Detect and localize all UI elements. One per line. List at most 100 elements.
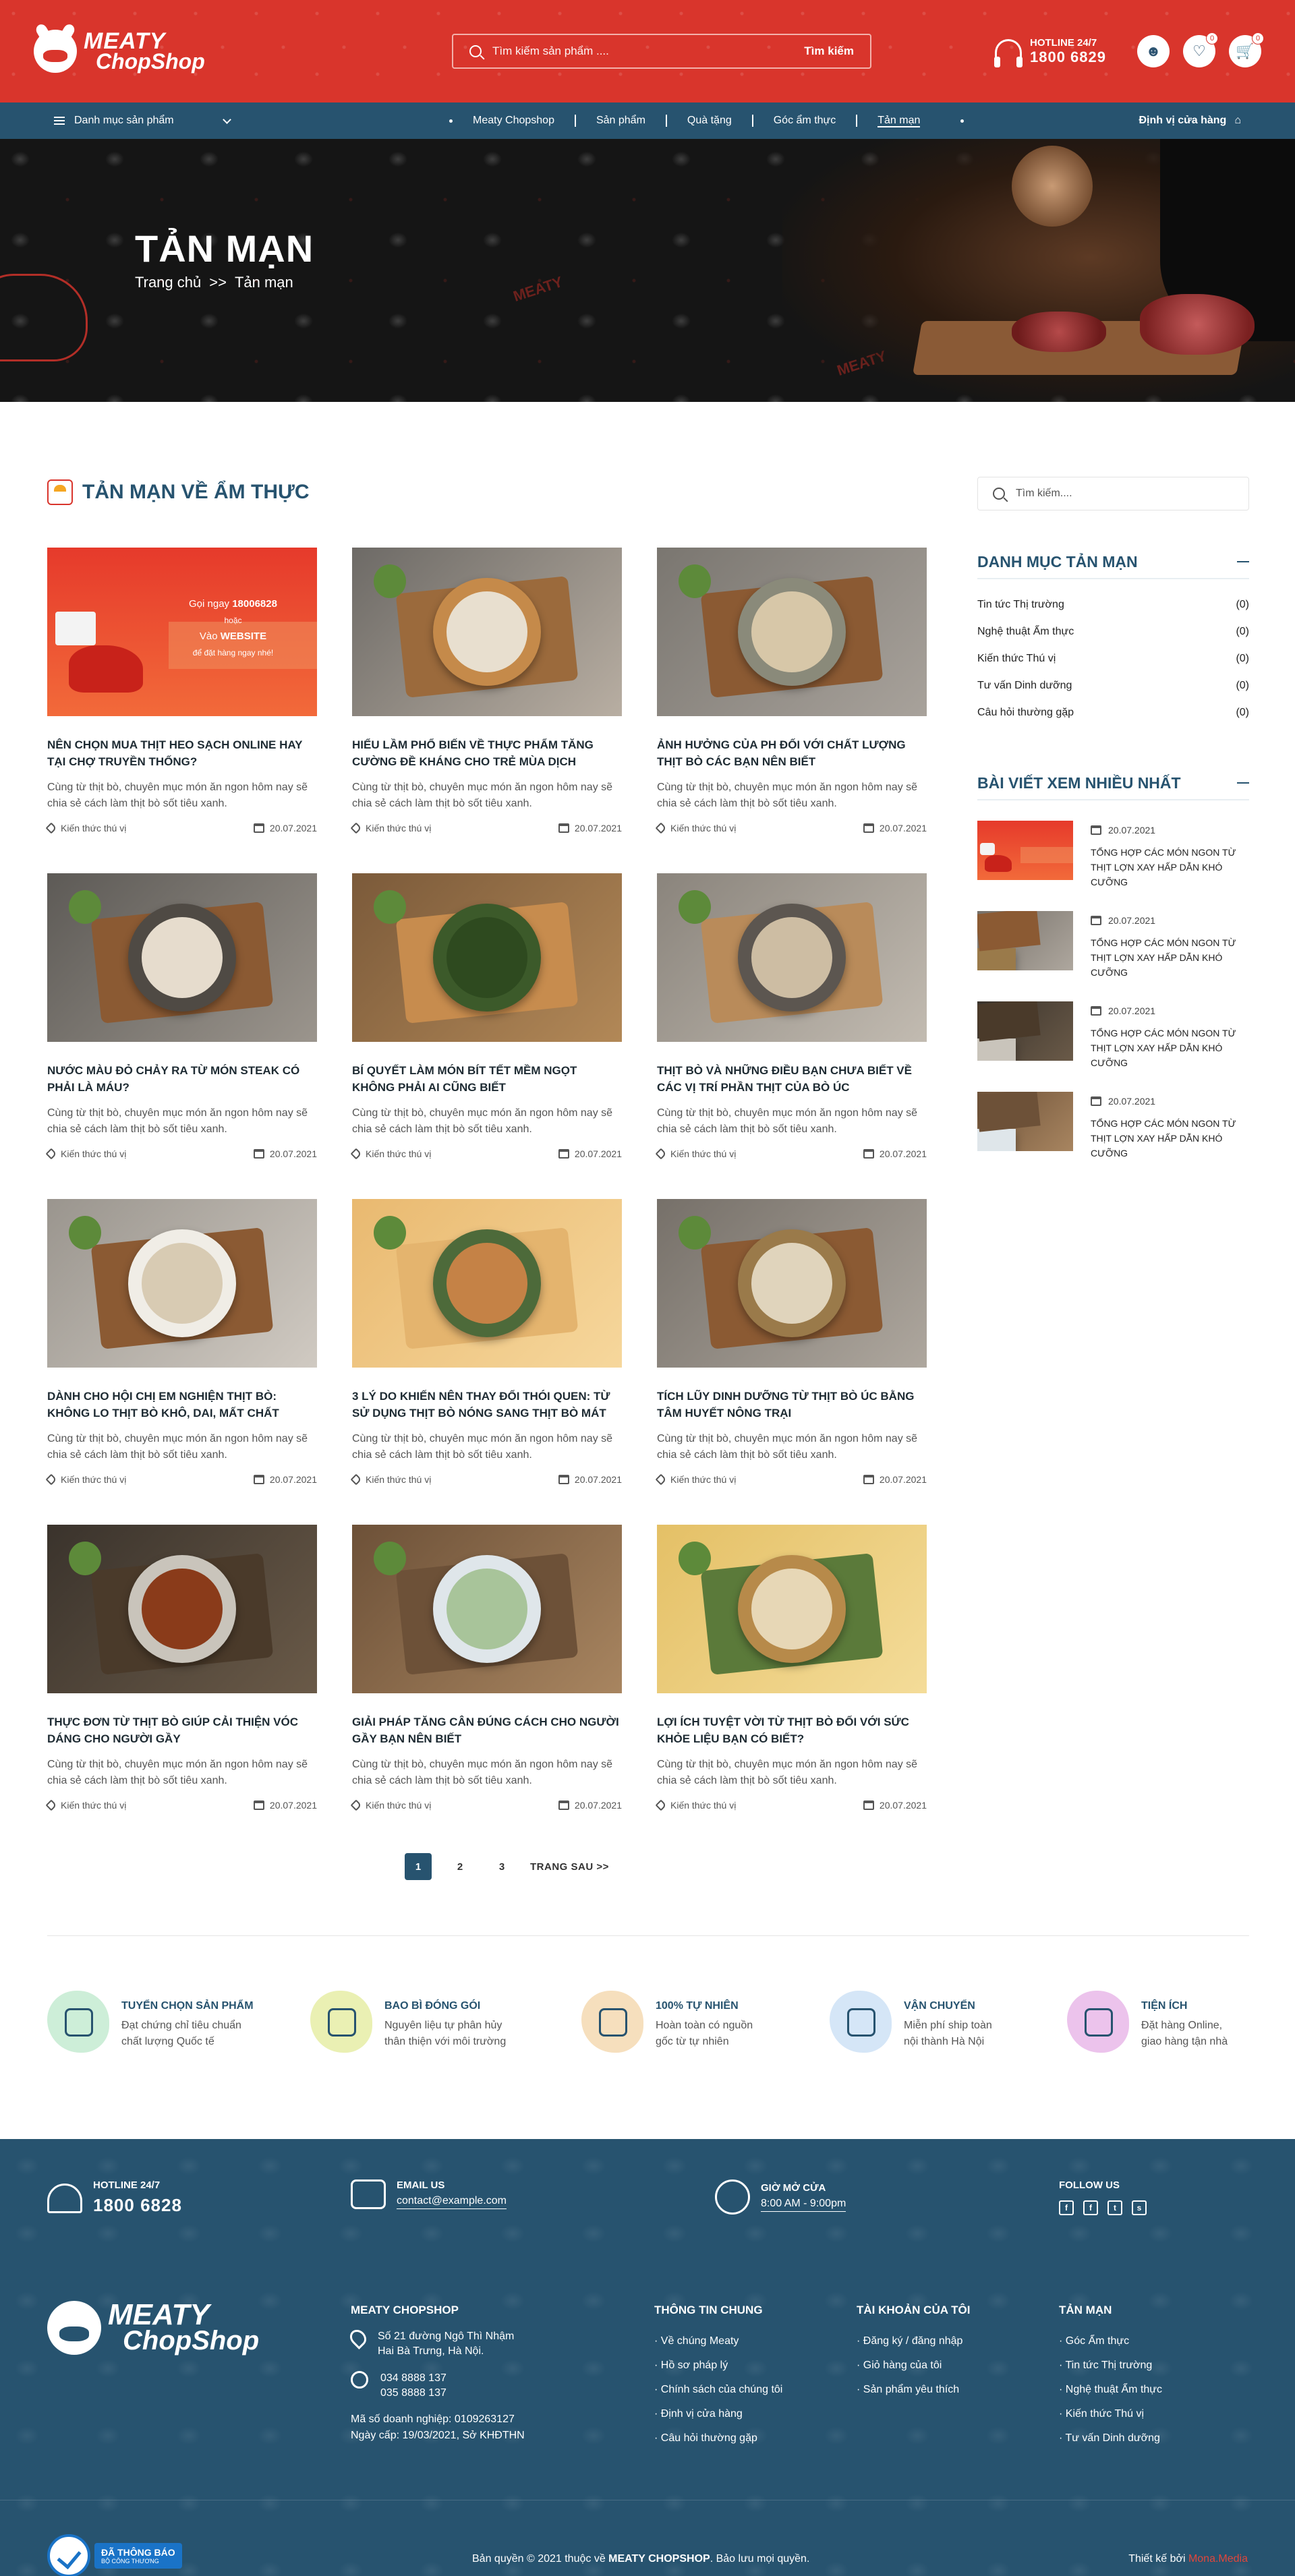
popular-post[interactable]: 20.07.2021 Tổng hợp các món ngon từ thịt … xyxy=(977,821,1249,911)
phone-1[interactable]: 034 8888 137 xyxy=(380,2371,447,2386)
sidebar-category-item[interactable]: Nghệ thuật Ẩm thực (0) xyxy=(977,618,1249,645)
site-logo[interactable]: MEATY ChopShop xyxy=(34,30,250,73)
page-1[interactable]: 1 xyxy=(405,1853,432,1880)
post-tag[interactable]: Kiến thức thú vị xyxy=(45,1473,126,1486)
post-thumbnail[interactable] xyxy=(352,873,622,1042)
post-thumbnail[interactable] xyxy=(657,1199,927,1368)
post-title[interactable]: Ảnh hưởng của pH đối với chất lượng thịt… xyxy=(657,736,927,770)
post-title[interactable]: Hiểu lầm phổ biến về thực phẩm tăng cườn… xyxy=(352,736,622,770)
post-title[interactable]: Nên chọn mua thịt heo sạch online hay tạ… xyxy=(47,736,317,770)
post-tag[interactable]: Kiến thức thú vị xyxy=(655,822,736,834)
header-hotline[interactable]: HOTLINE 24/7 1800 6829 xyxy=(994,37,1106,67)
facebook-icon[interactable]: f xyxy=(1059,2200,1074,2215)
page-2[interactable]: 2 xyxy=(447,1853,473,1880)
skype-icon[interactable]: s xyxy=(1132,2200,1147,2215)
post-tag[interactable]: Kiến thức thú vị xyxy=(350,1799,431,1811)
footer-link[interactable]: Về chúng Meaty xyxy=(654,2329,782,2353)
post-thumbnail[interactable] xyxy=(352,548,622,716)
next-page-link[interactable]: TRANG SAU >> xyxy=(530,1861,609,1873)
footer-link[interactable]: Tư vấn Dinh dưỡng xyxy=(1059,2426,1162,2451)
post-card[interactable]: Giải pháp tăng cân đúng cách cho người g… xyxy=(350,1525,622,1850)
post-tag[interactable]: Kiến thức thú vị xyxy=(350,1473,431,1486)
post-thumbnail[interactable] xyxy=(47,873,317,1042)
post-tag[interactable]: Kiến thức thú vị xyxy=(45,1799,126,1811)
nav-item-products[interactable]: Sản phẩm xyxy=(574,115,666,127)
sidebar-category-item[interactable]: Kiến thức Thú vị (0) xyxy=(977,645,1249,672)
collapse-icon[interactable] xyxy=(1237,782,1249,784)
ministry-badge[interactable]: ĐÃ THÔNG BÁO BỘ CÔNG THƯƠNG xyxy=(47,2534,182,2576)
footer-link[interactable]: Giỏ hàng của tôi xyxy=(857,2353,970,2378)
wishlist-button[interactable]: ♡ 0 xyxy=(1183,32,1218,67)
post-title[interactable]: Bí quyết làm món bít tết mềm ngọt không … xyxy=(352,1062,622,1096)
popular-post[interactable]: 20.07.2021 Tổng hợp các món ngon từ thịt … xyxy=(977,1092,1249,1182)
post-title[interactable]: Thịt bò và những điều bạn chưa biết về c… xyxy=(657,1062,927,1096)
popular-widget-header[interactable]: BÀI VIẾT XEM NHIỀU NHẤT xyxy=(977,767,1249,800)
footer-link[interactable]: Sản phẩm yêu thích xyxy=(857,2378,970,2402)
popular-post-title[interactable]: Tổng hợp các món ngon từ thịt lợn xay hấ… xyxy=(1091,1026,1249,1070)
post-title[interactable]: 3 lý do khiến nên thay đổi thói quen: Từ… xyxy=(352,1388,622,1422)
post-title[interactable]: Giải pháp tăng cân đúng cách cho người g… xyxy=(352,1714,622,1747)
post-card[interactable]: Thịt bò và những điều bạn chưa biết về c… xyxy=(655,873,927,1199)
post-card[interactable]: Ảnh hưởng của pH đối với chất lượng thịt… xyxy=(655,548,927,873)
popular-post-title[interactable]: Tổng hợp các món ngon từ thịt lợn xay hấ… xyxy=(1091,935,1249,980)
post-card[interactable]: Lợi ích tuyệt vời từ thịt bò đối với sức… xyxy=(655,1525,927,1850)
sidebar-category-item[interactable]: Tư vấn Dinh dưỡng (0) xyxy=(977,672,1249,699)
post-card[interactable]: Tích lũy dinh dưỡng từ thịt bò Úc bằng t… xyxy=(655,1199,927,1525)
footer-link[interactable]: Định vị cửa hàng xyxy=(654,2402,782,2426)
popular-post-thumbnail[interactable] xyxy=(977,821,1073,880)
sidebar-search-input[interactable]: Tìm kiếm.... xyxy=(1016,488,1072,500)
store-locator-link[interactable]: Định vị cửa hàng ⌂ xyxy=(1139,115,1242,127)
nav-item-tan-man[interactable]: Tản mạn xyxy=(856,115,940,127)
twitter-icon[interactable]: t xyxy=(1107,2200,1122,2215)
popular-post-thumbnail[interactable] xyxy=(977,1092,1073,1151)
post-card[interactable]: Bí quyết làm món bít tết mềm ngọt không … xyxy=(350,873,622,1199)
post-tag[interactable]: Kiến thức thú vị xyxy=(655,1148,736,1160)
post-tag[interactable]: Kiến thức thú vị xyxy=(45,822,126,834)
post-card[interactable]: Dành cho hội chị em nghiện thịt bò: Khôn… xyxy=(45,1199,317,1525)
sidebar-category-item[interactable]: Câu hỏi thường gặp (0) xyxy=(977,699,1249,726)
page-3[interactable]: 3 xyxy=(488,1853,515,1880)
post-thumbnail[interactable]: Gọi ngay 18006828 hoặc Vào WEBSITE để đặt h… xyxy=(47,548,317,716)
phone-2[interactable]: 035 8888 137 xyxy=(380,2386,447,2401)
footer-link[interactable]: Góc Ẩm thực xyxy=(1059,2329,1162,2353)
category-widget-header[interactable]: DANH MỤC TẢN MẠN xyxy=(977,546,1249,579)
popular-post-thumbnail[interactable] xyxy=(977,1001,1073,1061)
post-tag[interactable]: Kiến thức thú vị xyxy=(350,1148,431,1160)
post-thumbnail[interactable] xyxy=(352,1199,622,1368)
post-thumbnail[interactable] xyxy=(47,1525,317,1693)
popular-post-title[interactable]: Tổng hợp các món ngon từ thịt lợn xay hấ… xyxy=(1091,845,1249,889)
sidebar-category-item[interactable]: Tin tức Thị trường (0) xyxy=(977,591,1249,618)
footer-link[interactable]: Hồ sơ pháp lý xyxy=(654,2353,782,2378)
nav-item-meaty-chopshop[interactable]: Meaty Chopshop xyxy=(473,115,575,127)
post-tag[interactable]: Kiến thức thú vị xyxy=(350,822,431,834)
post-title[interactable]: Tích lũy dinh dưỡng từ thịt bò Úc bằng t… xyxy=(657,1388,927,1422)
collapse-icon[interactable] xyxy=(1237,561,1249,562)
post-thumbnail[interactable] xyxy=(47,1199,317,1368)
cart-button[interactable]: 🛒 0 xyxy=(1229,32,1264,67)
footer-link[interactable]: Tin tức Thị trường xyxy=(1059,2353,1162,2378)
post-thumbnail[interactable] xyxy=(657,1525,927,1693)
post-thumbnail[interactable] xyxy=(657,873,927,1042)
post-title[interactable]: Nước màu đỏ chảy ra từ món steak có phải… xyxy=(47,1062,317,1096)
post-tag[interactable]: Kiến thức thú vị xyxy=(655,1799,736,1811)
header-search-box[interactable]: Tìm kiếm sản phẩm .... Tìm kiếm xyxy=(452,34,871,69)
popular-post-thumbnail[interactable] xyxy=(977,911,1073,970)
footer-link[interactable]: Kiến thức Thú vị xyxy=(1059,2402,1162,2426)
popular-post[interactable]: 20.07.2021 Tổng hợp các món ngon từ thịt … xyxy=(977,911,1249,1001)
nav-item-gifts[interactable]: Quà tặng xyxy=(665,115,752,127)
popular-post-title[interactable]: Tổng hợp các món ngon từ thịt lợn xay hấ… xyxy=(1091,1116,1249,1161)
breadcrumb-home[interactable]: Trang chủ xyxy=(135,274,201,291)
category-menu-toggle[interactable]: Danh mục sản phẩm xyxy=(54,115,371,127)
post-title[interactable]: Lợi ích tuyệt vời từ thịt bò đối với sức… xyxy=(657,1714,927,1747)
account-button[interactable]: ☻ xyxy=(1137,35,1170,67)
post-thumbnail[interactable] xyxy=(657,548,927,716)
post-tag[interactable]: Kiến thức thú vị xyxy=(45,1148,126,1160)
post-card[interactable]: Nước màu đỏ chảy ra từ món steak có phải… xyxy=(45,873,317,1199)
post-thumbnail[interactable] xyxy=(352,1525,622,1693)
popular-post[interactable]: 20.07.2021 Tổng hợp các món ngon từ thịt … xyxy=(977,1001,1249,1092)
nav-item-culinary-corner[interactable]: Góc ẩm thực xyxy=(751,115,857,127)
footer-link[interactable]: Câu hỏi thường gặp xyxy=(654,2426,782,2451)
post-card[interactable]: 3 lý do khiến nên thay đổi thói quen: Từ… xyxy=(350,1199,622,1525)
footer-email-value[interactable]: contact@example.com xyxy=(397,2195,507,2209)
credit-brand-link[interactable]: Mona.Media xyxy=(1188,2553,1248,2565)
